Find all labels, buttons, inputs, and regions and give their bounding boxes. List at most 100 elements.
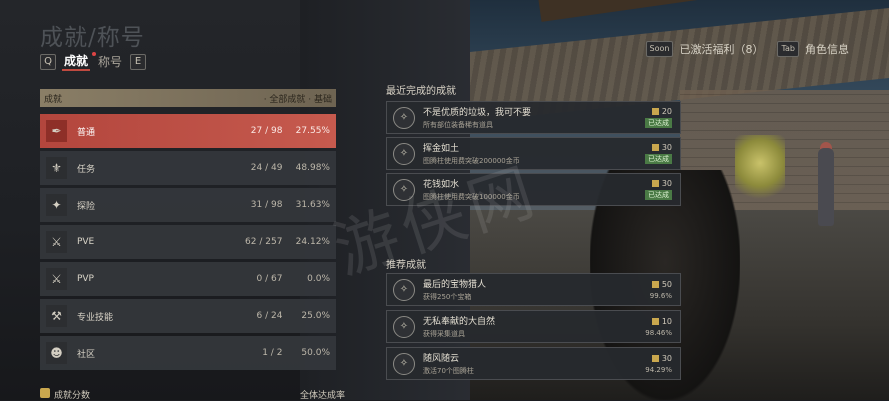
panel-filter[interactable]: · 全部成就 · 基础 bbox=[264, 92, 332, 105]
category-row[interactable]: ⚒ 专业技能 6 / 24 25.0% bbox=[40, 299, 336, 333]
recent-achievement-row[interactable]: ✧ 不是优质的垃圾，我可不要 所有部位装备稀有道具 20 已达成 bbox=[386, 101, 681, 134]
achievement-text: 不是优质的垃圾，我可不要 所有部位装备稀有道具 bbox=[423, 105, 622, 130]
category-percent: 24.12% bbox=[295, 237, 330, 247]
achievement-text: 随风随云激活70个图腾柱 bbox=[423, 351, 622, 376]
completed-badge: 已达成 bbox=[645, 118, 672, 128]
compass-icon: ✦ bbox=[46, 194, 67, 216]
recent-section-title: 最近完成的成就 bbox=[386, 86, 456, 97]
points-line: 20 bbox=[622, 107, 672, 116]
category-name: 任务 bbox=[76, 164, 95, 175]
points-value: 30 bbox=[661, 143, 672, 152]
category-percent: 50.0% bbox=[301, 348, 330, 358]
category-count: 6 / 24 bbox=[256, 311, 283, 321]
panel-header-label: 成就 bbox=[44, 94, 63, 105]
sword-shield-icon: ⚔ bbox=[46, 231, 67, 253]
points-line: 50 bbox=[622, 280, 672, 289]
completed-badge: 已达成 bbox=[645, 154, 672, 164]
completion-rate: 98.46% bbox=[645, 328, 672, 337]
achievement-points: 30 已达成 bbox=[622, 143, 672, 164]
recommended-achievement-row[interactable]: ✧ 无私奉献的大自然 获得采集道具 10 98.46% bbox=[386, 310, 681, 343]
achievement-points: 20 已达成 bbox=[622, 107, 672, 128]
people-icon: ☻ bbox=[46, 342, 67, 364]
achievement-points: 30 已达成 bbox=[622, 179, 672, 200]
category-name: 探险 bbox=[76, 201, 95, 212]
points-icon bbox=[651, 180, 659, 187]
points-icon bbox=[651, 144, 659, 151]
achievement-desc: 获得采集道具 bbox=[423, 330, 465, 338]
category-percent: 48.98% bbox=[295, 163, 330, 173]
active-rewards-button[interactable]: 已激活福利（8） bbox=[679, 41, 763, 57]
achievement-desc: 获得250个宝箱 bbox=[423, 293, 472, 301]
category-name: 专业技能 bbox=[76, 312, 113, 323]
points-value: 30 bbox=[661, 353, 672, 363]
category-name: 普通 bbox=[76, 127, 95, 138]
scroll-icon: ⚜ bbox=[46, 157, 67, 179]
points-line: 30 bbox=[622, 179, 672, 188]
achievement-points: 30 94.29% bbox=[622, 354, 672, 374]
rewards-key[interactable]: Soon bbox=[645, 41, 674, 57]
category-row[interactable]: ✒ 普通 27 / 98 27.55% bbox=[40, 114, 336, 148]
points-line: 30 bbox=[622, 354, 672, 363]
quill-icon: ✒ bbox=[46, 120, 67, 142]
tab-titles[interactable]: 称号 bbox=[96, 53, 124, 70]
category-count: 0 / 67 bbox=[256, 274, 283, 284]
completed-badge: 已达成 bbox=[645, 190, 672, 200]
recommended-achievement-row[interactable]: ✧ 最后的宝物猎人 获得250个宝箱 50 99.6% bbox=[386, 273, 681, 306]
category-name: 社区 bbox=[76, 349, 95, 360]
category-percent: 0.0% bbox=[307, 274, 330, 284]
achievement-icon: ✧ bbox=[393, 315, 415, 338]
achievement-desc: 激活70个图腾柱 bbox=[423, 367, 474, 375]
tools-icon: ⚒ bbox=[46, 305, 67, 327]
points-line: 30 bbox=[622, 143, 672, 152]
points-value: 50 bbox=[661, 279, 672, 289]
achievement-icon: ✧ bbox=[393, 352, 415, 375]
category-name: PVE bbox=[76, 237, 95, 247]
crossed-swords-icon: ⚔ bbox=[46, 268, 67, 290]
recommended-achievement-row[interactable]: ✧ 随风随云激活70个图腾柱 30 94.29% bbox=[386, 347, 681, 380]
prev-tab-key[interactable]: Q bbox=[40, 53, 56, 70]
top-right-actions: Soon 已激活福利（8） Tab 角色信息 bbox=[645, 41, 849, 57]
achievement-icon: ✧ bbox=[393, 106, 415, 129]
achievement-text: 无私奉献的大自然 获得采集道具 bbox=[423, 314, 622, 339]
recent-achievement-row[interactable]: ✧ 挥金如土 图腾柱使用费突破200000金币 30 已达成 bbox=[386, 137, 681, 170]
points-icon bbox=[651, 280, 659, 288]
category-count: 24 / 49 bbox=[250, 163, 283, 173]
achievement-score: 成就分数 bbox=[40, 388, 90, 401]
category-percent: 25.0% bbox=[301, 311, 330, 321]
overall-completion: 全体达成率 bbox=[300, 391, 346, 401]
notification-dot bbox=[92, 52, 97, 56]
character-key[interactable]: Tab bbox=[777, 41, 799, 57]
category-row[interactable]: ✦ 探险 31 / 98 31.63% bbox=[40, 188, 336, 222]
category-row[interactable]: ☻ 社区 1 / 2 50.0% bbox=[40, 336, 336, 370]
category-row[interactable]: ⚔ PVP 0 / 67 0.0% bbox=[40, 262, 336, 296]
achievement-name: 无私奉献的大自然 bbox=[423, 317, 496, 327]
next-tab-key[interactable]: E bbox=[130, 53, 147, 70]
completion-rate: 94.29% bbox=[645, 365, 672, 374]
achievement-points: 10 98.46% bbox=[622, 317, 672, 337]
points-line: 10 bbox=[622, 317, 672, 326]
points-value: 30 bbox=[661, 179, 672, 188]
achievement-points: 50 99.6% bbox=[622, 280, 672, 300]
category-row[interactable]: ⚔ PVE 62 / 257 24.12% bbox=[40, 225, 336, 259]
trophy-icon bbox=[40, 388, 50, 398]
achievement-desc: 所有部位装备稀有道具 bbox=[423, 121, 493, 129]
achievement-name: 随风随云 bbox=[423, 354, 460, 364]
category-count: 27 / 98 bbox=[250, 126, 283, 136]
achievement-name: 最后的宝物猎人 bbox=[423, 280, 487, 290]
category-row[interactable]: ⚜ 任务 24 / 49 48.98% bbox=[40, 151, 336, 185]
points-icon bbox=[651, 108, 659, 115]
character-info-button[interactable]: 角色信息 bbox=[805, 41, 849, 57]
category-name: PVP bbox=[76, 274, 94, 284]
category-count: 1 / 2 bbox=[262, 348, 283, 358]
achievement-name: 不是优质的垃圾，我可不要 bbox=[423, 108, 532, 118]
achievement-text: 最后的宝物猎人 获得250个宝箱 bbox=[423, 277, 622, 302]
category-count: 62 / 257 bbox=[245, 237, 283, 247]
points-value: 10 bbox=[661, 316, 672, 326]
points-icon bbox=[651, 354, 659, 362]
category-count: 31 / 98 bbox=[250, 200, 283, 210]
achievement-icon: ✧ bbox=[393, 278, 415, 301]
category-percent: 27.55% bbox=[295, 126, 330, 136]
page-title: 成就/称号 bbox=[40, 25, 145, 51]
tab-bar: Q 成就 称号 E bbox=[40, 52, 147, 71]
tab-achievements[interactable]: 成就 bbox=[62, 52, 97, 71]
